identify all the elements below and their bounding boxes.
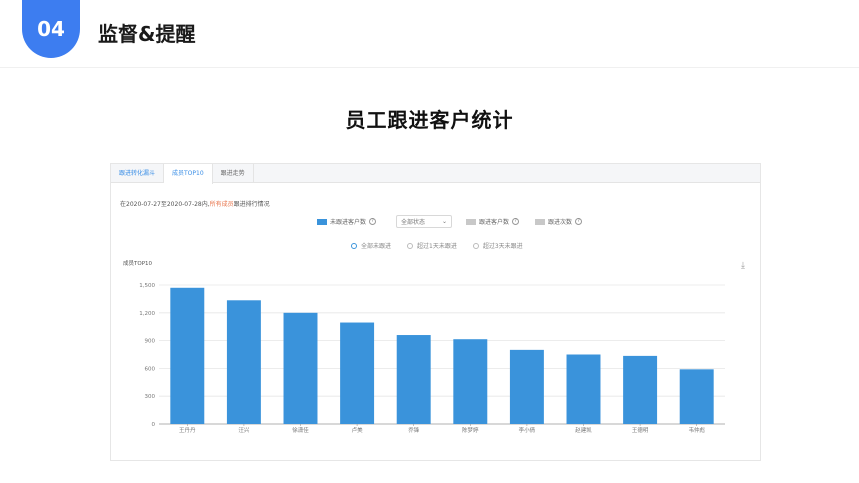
bar-7[interactable] <box>566 354 601 425</box>
bar-4[interactable] <box>396 335 431 424</box>
section-title: 监督&提醒 <box>98 22 196 46</box>
section-number-badge: 04 <box>22 0 80 58</box>
y-tick-label: 0 <box>152 422 156 428</box>
x-tick-label: 王丹丹 <box>179 427 196 434</box>
report-panel: 跟进转化漏斗 成员TOP10 跟进走势 在2020-07-27至2020-07-… <box>110 163 761 461</box>
bar-1[interactable] <box>226 300 261 424</box>
x-tick-label: 陈梦婷 <box>462 426 479 434</box>
x-tick-label: 徐潇佳 <box>292 426 309 434</box>
x-tick-label: 王德明 <box>632 426 649 434</box>
x-tick-label: 汪兴 <box>238 426 250 434</box>
x-tick-label: 李小倩 <box>519 426 536 434</box>
bar-0[interactable] <box>170 287 205 424</box>
bar-8[interactable] <box>623 355 658 424</box>
y-tick-label: 300 <box>145 394 156 400</box>
x-tick-label: 赵建凯 <box>575 426 592 434</box>
bar-6[interactable] <box>509 349 544 424</box>
y-tick-label: 1,200 <box>139 311 155 317</box>
bar-9[interactable] <box>679 369 714 424</box>
header-band: 04 监督&提醒 <box>0 0 859 68</box>
y-tick-label: 1,500 <box>139 283 155 289</box>
y-tick-label: 900 <box>145 339 156 345</box>
bar-chart: 0 300 600 900 1,200 1,500 王丹丹 汪兴 徐潇佳 卢美 乔锋 陈梦婷 李小倩 赵建… <box>139 283 725 434</box>
x-tick-label: 卢美 <box>352 426 364 434</box>
x-tick-label: 韦仲彪 <box>688 426 705 434</box>
y-tick-label: 600 <box>145 366 156 372</box>
x-tick-label: 乔锋 <box>408 426 420 434</box>
page-title: 员工跟进客户统计 <box>345 108 514 132</box>
slide: 04 监督&提醒 员工跟进客户统计 跟进转化漏斗 成员TOP10 跟进走势 在2… <box>0 0 859 483</box>
bar-2[interactable] <box>283 312 318 424</box>
bar-5[interactable] <box>453 339 488 424</box>
bar-3[interactable] <box>340 322 375 424</box>
